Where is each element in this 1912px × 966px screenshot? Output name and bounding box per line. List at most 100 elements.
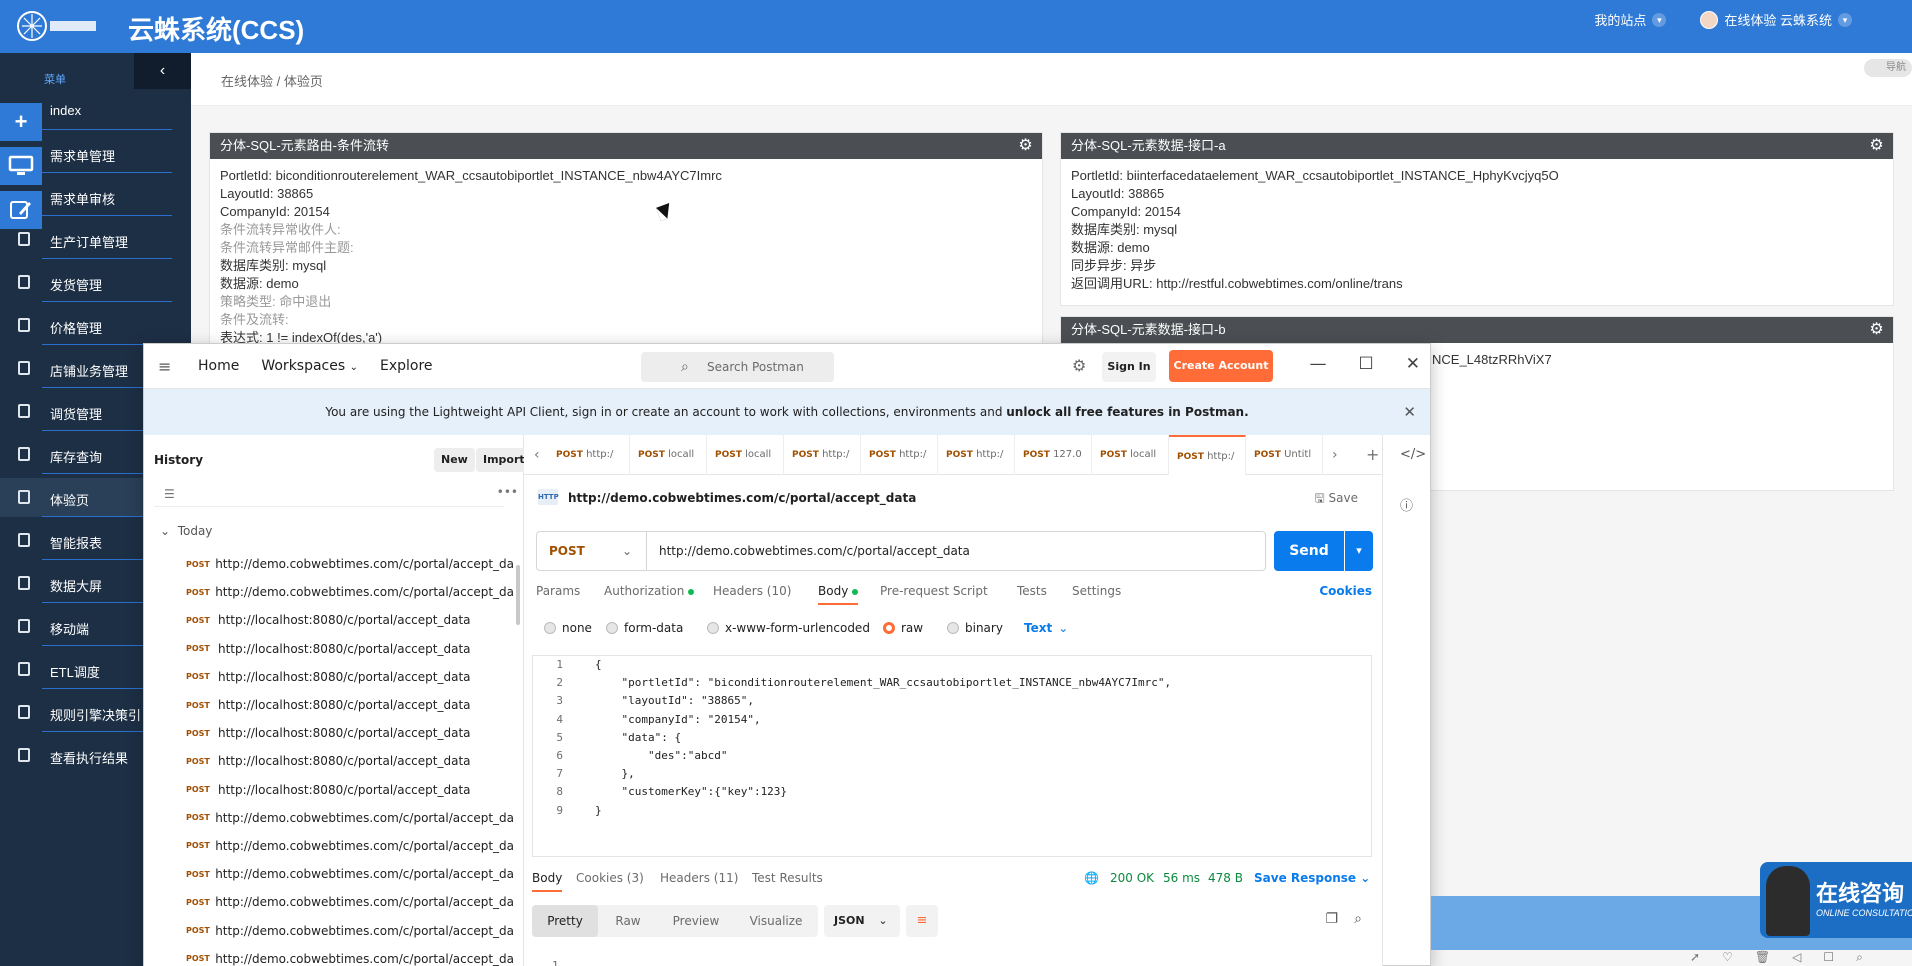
history-item[interactable]: POST http://localhost:8080/c/portal/accep…: [144, 606, 514, 634]
view-preview[interactable]: Preview: [658, 905, 734, 937]
send-button[interactable]: Send: [1274, 531, 1344, 571]
tab-settings[interactable]: Settings: [1072, 584, 1121, 598]
request-tab[interactable]: POST locall: [707, 435, 784, 475]
history-filter[interactable]: ☰ •••: [154, 485, 518, 507]
gear-icon[interactable]: ⚙: [1868, 137, 1885, 154]
add-tab-icon[interactable]: +: [1366, 435, 1379, 475]
tab-params[interactable]: Params: [536, 584, 580, 598]
url-input[interactable]: http://demo.cobwebtimes.com/c/portal/acc…: [659, 532, 970, 570]
close-banner-icon[interactable]: ✕: [1403, 389, 1416, 435]
request-tab[interactable]: POST locall: [630, 435, 707, 475]
nav-explore[interactable]: Explore: [380, 358, 433, 374]
minimize-icon[interactable]: —: [1310, 354, 1327, 374]
history-scrollbar[interactable]: [516, 565, 520, 625]
search-input[interactable]: ⌕ Search Postman: [641, 352, 834, 382]
history-item[interactable]: POST http://demo.cobwebtimes.com/c/portal…: [144, 888, 514, 916]
request-tab-active[interactable]: POST http:/: [1169, 435, 1246, 475]
status-code[interactable]: 200 OK: [1110, 871, 1154, 885]
my-sites-menu[interactable]: 我的站点 ▾: [1594, 10, 1667, 29]
history-item[interactable]: POST http://demo.cobwebtimes.com/c/portal…: [144, 578, 514, 606]
history-item[interactable]: POST http://localhost:8080/c/portal/accep…: [144, 776, 514, 804]
info-icon[interactable]: ⓘ: [1400, 495, 1413, 514]
chevron-left-icon[interactable]: ‹: [534, 435, 540, 475]
online-consult-widget[interactable]: 在线咨询 ONLINE CONSULTATION: [1760, 862, 1912, 938]
volume-icon[interactable]: ◁: [1792, 950, 1801, 965]
save-response-button[interactable]: Save Response ⌄: [1254, 871, 1370, 885]
maximize-icon[interactable]: ☐: [1359, 354, 1374, 374]
gear-icon[interactable]: ⚙: [1868, 321, 1885, 338]
request-tab[interactable]: POST http:/: [861, 435, 938, 475]
view-pretty[interactable]: Pretty: [532, 905, 598, 937]
edit-icon[interactable]: [0, 191, 42, 229]
method-select[interactable]: POST ⌄: [537, 532, 647, 570]
history-item[interactable]: POST http://localhost:8080/c/portal/accep…: [144, 635, 514, 663]
breadcrumb[interactable]: 在线体验 / 体验页: [221, 71, 323, 90]
more-options-icon[interactable]: •••: [497, 485, 518, 499]
radio-none[interactable]: none: [544, 621, 592, 635]
wrap-lines-icon[interactable]: ≡: [906, 905, 938, 937]
response-tab-tests[interactable]: Test Results: [752, 871, 823, 885]
tab-body[interactable]: Body: [818, 584, 859, 605]
history-item[interactable]: POST http://demo.cobwebtimes.com/c/portal…: [144, 860, 514, 888]
history-group-today[interactable]: ⌄ Today: [160, 524, 212, 538]
request-title[interactable]: http://demo.cobwebtimes.com/c/portal/acc…: [568, 491, 916, 505]
cookies-link[interactable]: Cookies: [1319, 584, 1372, 598]
monitor-icon[interactable]: [0, 147, 42, 185]
close-icon[interactable]: ✕: [1406, 354, 1420, 374]
history-item[interactable]: POST http://demo.cobwebtimes.com/c/portal…: [144, 916, 514, 944]
user-menu[interactable]: 在线体验 云蛛系统 ▾: [1700, 10, 1852, 29]
request-tab[interactable]: POST http:/: [784, 435, 861, 475]
response-size[interactable]: 478 B: [1208, 871, 1243, 885]
search-icon[interactable]: ⌕: [1856, 950, 1863, 965]
sidebar-item-shipping[interactable]: 发货管理: [0, 263, 172, 302]
raw-format-select[interactable]: Text ⌄: [1024, 621, 1068, 635]
tab-headers[interactable]: Headers (10): [713, 584, 791, 598]
history-item[interactable]: POST http://demo.cobwebtimes.com/c/portal…: [144, 832, 514, 860]
collapse-sidebar-button[interactable]: ‹: [134, 53, 191, 89]
hamburger-menu-icon[interactable]: ≡: [158, 357, 171, 376]
sign-in-button[interactable]: Sign In: [1102, 352, 1156, 382]
history-item[interactable]: POST http://localhost:8080/c/portal/accep…: [144, 663, 514, 691]
view-raw[interactable]: Raw: [598, 905, 658, 937]
radio-form-data[interactable]: form-data: [606, 621, 683, 635]
view-visualize[interactable]: Visualize: [734, 905, 818, 937]
body-editor[interactable]: 1{ 2 "portletId": "biconditionrouterelem…: [532, 655, 1372, 857]
request-tab[interactable]: POST Untitl: [1246, 435, 1323, 475]
history-item[interactable]: POST http://localhost:8080/c/portal/accep…: [144, 719, 514, 747]
radio-urlencoded[interactable]: x-www-form-urlencoded: [707, 621, 870, 635]
nav-home[interactable]: Home: [198, 358, 239, 374]
history-item[interactable]: POST http://demo.cobwebtimes.com/c/portal…: [144, 945, 514, 966]
create-account-button[interactable]: Create Account: [1169, 350, 1273, 382]
tab-tests[interactable]: Tests: [1017, 584, 1047, 598]
history-item[interactable]: POST http://localhost:8080/c/portal/accep…: [144, 747, 514, 775]
response-time[interactable]: 56 ms: [1163, 871, 1200, 885]
radio-binary[interactable]: binary: [947, 621, 1003, 635]
trash-icon[interactable]: 🗑: [1755, 950, 1770, 965]
request-tab[interactable]: POST http:/: [938, 435, 1015, 475]
nav-workspaces[interactable]: Workspaces ⌄: [261, 358, 358, 374]
history-item[interactable]: POST http://localhost:8080/c/portal/accep…: [144, 691, 514, 719]
code-icon[interactable]: </>: [1400, 447, 1426, 462]
tab-pre-request[interactable]: Pre-request Script: [880, 584, 988, 598]
new-button[interactable]: New: [434, 448, 475, 472]
response-tab-cookies[interactable]: Cookies (3): [576, 871, 644, 885]
response-tab-body[interactable]: Body: [532, 871, 563, 892]
copy-icon[interactable]: ❐: [1325, 911, 1338, 927]
globe-icon[interactable]: 🌐: [1084, 871, 1099, 885]
heart-icon[interactable]: ♡: [1722, 950, 1733, 965]
sidebar-item-price[interactable]: 价格管理: [0, 306, 172, 345]
request-tab[interactable]: POST 127.0: [1015, 435, 1092, 475]
settings-gear-icon[interactable]: ⚙: [1072, 356, 1086, 375]
radio-raw[interactable]: raw: [883, 621, 923, 635]
request-tab[interactable]: POST http:/: [554, 435, 630, 475]
nav-toggle[interactable]: 导航: [1864, 59, 1912, 77]
history-item[interactable]: POST http://demo.cobwebtimes.com/c/portal…: [144, 804, 514, 832]
save-button[interactable]: 🖫 Save: [1314, 489, 1358, 510]
search-icon[interactable]: ⌕: [1354, 911, 1362, 927]
rocket-icon[interactable]: ➚: [1690, 950, 1700, 965]
tab-authorization[interactable]: Authorization: [604, 584, 695, 598]
company-logo[interactable]: [14, 6, 100, 46]
response-tab-headers[interactable]: Headers (11): [660, 871, 738, 885]
window-icon[interactable]: ☐: [1823, 950, 1834, 965]
plus-icon[interactable]: +: [0, 103, 42, 141]
